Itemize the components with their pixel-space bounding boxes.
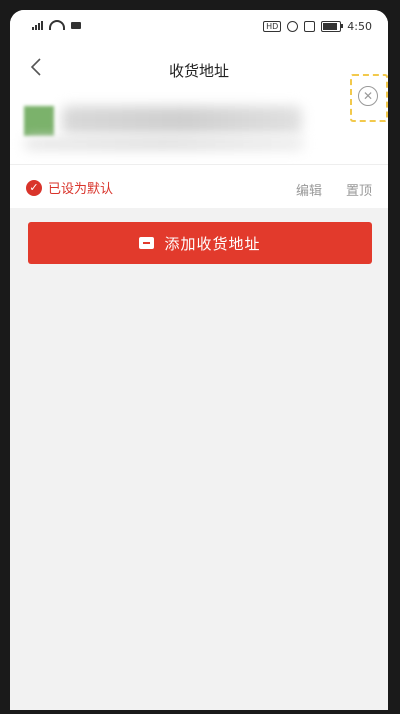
page-title: 收货地址 [168, 62, 229, 80]
edit-button[interactable]: 编辑 [296, 180, 322, 199]
close-icon: ✕ [358, 86, 378, 106]
address-name-blurred [62, 106, 302, 134]
alarm-icon [287, 21, 299, 32]
default-address-toggle[interactable]: ✓ 已设为默认 [26, 178, 113, 197]
message-icon [71, 21, 81, 29]
address-detail-blurred [24, 138, 304, 150]
avatar [24, 106, 54, 136]
add-address-icon [139, 237, 155, 249]
phone-screen: HD 4:50 收货地址 ✓ 已设为默认 编辑 置顶 ✕ 添加收货地址 [10, 10, 388, 710]
add-address-button[interactable]: 添加收货地址 [28, 222, 372, 264]
status-time: 4:50 [347, 20, 372, 33]
pin-to-top-button[interactable]: 置顶 [346, 180, 372, 199]
battery-icon [321, 21, 344, 32]
status-bar-left [32, 20, 81, 30]
add-address-label: 添加收货地址 [164, 234, 261, 253]
status-bar: HD 4:50 [10, 10, 388, 46]
checkmark-icon: ✓ [26, 179, 42, 196]
hd-icon: HD [263, 21, 282, 32]
close-button[interactable]: ✕ [350, 74, 388, 122]
wifi-icon [49, 20, 65, 30]
status-bar-right: HD 4:50 [263, 20, 372, 33]
signal-icon [32, 20, 43, 30]
nav-bar: 收货地址 [10, 46, 388, 93]
vibrate-icon [304, 21, 316, 32]
address-card: ✓ 已设为默认 编辑 置顶 [10, 92, 388, 208]
default-label: 已设为默认 [48, 182, 114, 197]
card-divider [10, 164, 388, 165]
